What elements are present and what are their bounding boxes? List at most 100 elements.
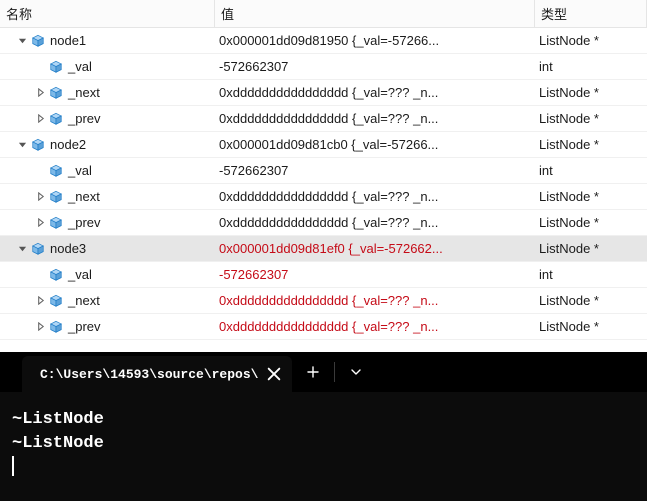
- variable-cube-icon: [48, 319, 64, 335]
- watch-row[interactable]: _prev 0xdddddddddddddddd {_val=??? _n...L…: [0, 314, 647, 340]
- variable-type: int: [535, 267, 647, 282]
- tab-actions-divider: [334, 362, 335, 382]
- terminal-line: ~ListNode: [12, 408, 635, 432]
- variable-type: ListNode *: [535, 85, 647, 100]
- watch-name-cell: _prev: [0, 319, 215, 335]
- variable-name: node2: [50, 137, 86, 152]
- variable-type: ListNode *: [535, 319, 647, 334]
- terminal-tab[interactable]: C:\Users\14593\source\repos\: [22, 356, 292, 392]
- variable-name: _prev: [68, 319, 101, 334]
- expander-icon[interactable]: [32, 215, 48, 231]
- variable-name: node1: [50, 33, 86, 48]
- variable-type: int: [535, 59, 647, 74]
- watch-name-cell: _val: [0, 59, 215, 75]
- variable-value: 0xdddddddddddddddd {_val=??? _n...: [215, 319, 535, 334]
- variable-name: _prev: [68, 111, 101, 126]
- watch-name-cell: _next: [0, 293, 215, 309]
- watch-name-cell: _val: [0, 163, 215, 179]
- terminal-cursor: [12, 456, 14, 476]
- variable-cube-icon: [48, 85, 64, 101]
- variable-value: 0x000001dd09d81950 {_val=-57266...: [215, 33, 535, 48]
- watch-row[interactable]: _next 0xdddddddddddddddd {_val=??? _n...L…: [0, 80, 647, 106]
- header-value[interactable]: 值: [215, 0, 535, 27]
- new-tab-button[interactable]: [298, 357, 328, 387]
- variable-value: 0xdddddddddddddddd {_val=??? _n...: [215, 189, 535, 204]
- expander-icon[interactable]: [32, 111, 48, 127]
- terminal-body[interactable]: ~ListNode ~ListNode: [0, 392, 647, 501]
- variable-value: 0x000001dd09d81ef0 {_val=-572662...: [215, 241, 535, 256]
- variable-cube-icon: [30, 137, 46, 153]
- variable-type: ListNode *: [535, 215, 647, 230]
- watch-row[interactable]: _val -572662307int: [0, 262, 647, 288]
- variable-type: ListNode *: [535, 137, 647, 152]
- watch-row[interactable]: _next 0xdddddddddddddddd {_val=??? _n...L…: [0, 184, 647, 210]
- expander-icon[interactable]: [14, 241, 30, 257]
- variable-value: 0xdddddddddddddddd {_val=??? _n...: [215, 293, 535, 308]
- expander-icon[interactable]: [14, 33, 30, 49]
- watch-name-cell: _prev: [0, 111, 215, 127]
- watch-row[interactable]: node2 0x000001dd09d81cb0 {_val=-57266...L…: [0, 132, 647, 158]
- variable-type: ListNode *: [535, 189, 647, 204]
- variable-cube-icon: [48, 163, 64, 179]
- variable-cube-icon: [48, 189, 64, 205]
- watch-name-cell: _val: [0, 267, 215, 283]
- variable-cube-icon: [48, 293, 64, 309]
- variable-cube-icon: [48, 215, 64, 231]
- variable-value: -572662307: [215, 267, 535, 282]
- terminal-drag-handle[interactable]: [0, 352, 22, 392]
- expander-icon[interactable]: [14, 137, 30, 153]
- variable-value: 0xdddddddddddddddd {_val=??? _n...: [215, 85, 535, 100]
- terminal-tab-close-button[interactable]: [266, 366, 282, 382]
- expander-icon[interactable]: [32, 293, 48, 309]
- variable-name: node3: [50, 241, 86, 256]
- watch-header-row: 名称 值 类型: [0, 0, 647, 28]
- header-type[interactable]: 类型: [535, 0, 647, 27]
- variable-value: 0xdddddddddddddddd {_val=??? _n...: [215, 215, 535, 230]
- watch-row[interactable]: _next 0xdddddddddddddddd {_val=??? _n...L…: [0, 288, 647, 314]
- watch-panel: 名称 值 类型 node1 0x000001dd09d81950 {_val=-5…: [0, 0, 647, 340]
- variable-cube-icon: [30, 241, 46, 257]
- variable-name: _next: [68, 85, 100, 100]
- variable-cube-icon: [48, 111, 64, 127]
- watch-name-cell: _next: [0, 85, 215, 101]
- watch-name-cell: _next: [0, 189, 215, 205]
- variable-value: -572662307: [215, 163, 535, 178]
- variable-name: _val: [68, 59, 92, 74]
- expander-icon[interactable]: [32, 189, 48, 205]
- variable-value: -572662307: [215, 59, 535, 74]
- terminal-tab-title: C:\Users\14593\source\repos\: [40, 367, 258, 382]
- expander-icon[interactable]: [32, 85, 48, 101]
- expander-icon[interactable]: [32, 319, 48, 335]
- watch-row[interactable]: _prev 0xdddddddddddddddd {_val=??? _n...L…: [0, 210, 647, 236]
- watch-row[interactable]: _prev 0xdddddddddddddddd {_val=??? _n...L…: [0, 106, 647, 132]
- watch-row[interactable]: _val -572662307int: [0, 158, 647, 184]
- terminal-tab-strip: C:\Users\14593\source\repos\: [0, 352, 647, 392]
- watch-name-cell: node1: [0, 33, 215, 49]
- watch-name-cell: node2: [0, 137, 215, 153]
- variable-value: 0xdddddddddddddddd {_val=??? _n...: [215, 111, 535, 126]
- variable-name: _next: [68, 293, 100, 308]
- tab-dropdown-button[interactable]: [341, 357, 371, 387]
- variable-cube-icon: [48, 59, 64, 75]
- variable-value: 0x000001dd09d81cb0 {_val=-57266...: [215, 137, 535, 152]
- variable-type: ListNode *: [535, 111, 647, 126]
- watch-rows: node10x000001dd09d81950 {_val=-57266...L…: [0, 28, 647, 340]
- variable-type: ListNode *: [535, 293, 647, 308]
- variable-name: _next: [68, 189, 100, 204]
- variable-type: int: [535, 163, 647, 178]
- variable-name: _prev: [68, 215, 101, 230]
- variable-type: ListNode *: [535, 33, 647, 48]
- watch-name-cell: node3: [0, 241, 215, 257]
- watch-row[interactable]: node3 0x000001dd09d81ef0 {_val=-572662...…: [0, 236, 647, 262]
- variable-cube-icon: [30, 33, 46, 49]
- terminal-line: ~ListNode: [12, 432, 635, 456]
- variable-name: _val: [68, 267, 92, 282]
- watch-row[interactable]: _val -572662307int: [0, 54, 647, 80]
- variable-cube-icon: [48, 267, 64, 283]
- header-name[interactable]: 名称: [0, 0, 215, 27]
- watch-row[interactable]: node1 0x000001dd09d81950 {_val=-57266...L…: [0, 28, 647, 54]
- terminal-tab-actions: [292, 352, 371, 392]
- variable-type: ListNode *: [535, 241, 647, 256]
- variable-name: _val: [68, 163, 92, 178]
- watch-name-cell: _prev: [0, 215, 215, 231]
